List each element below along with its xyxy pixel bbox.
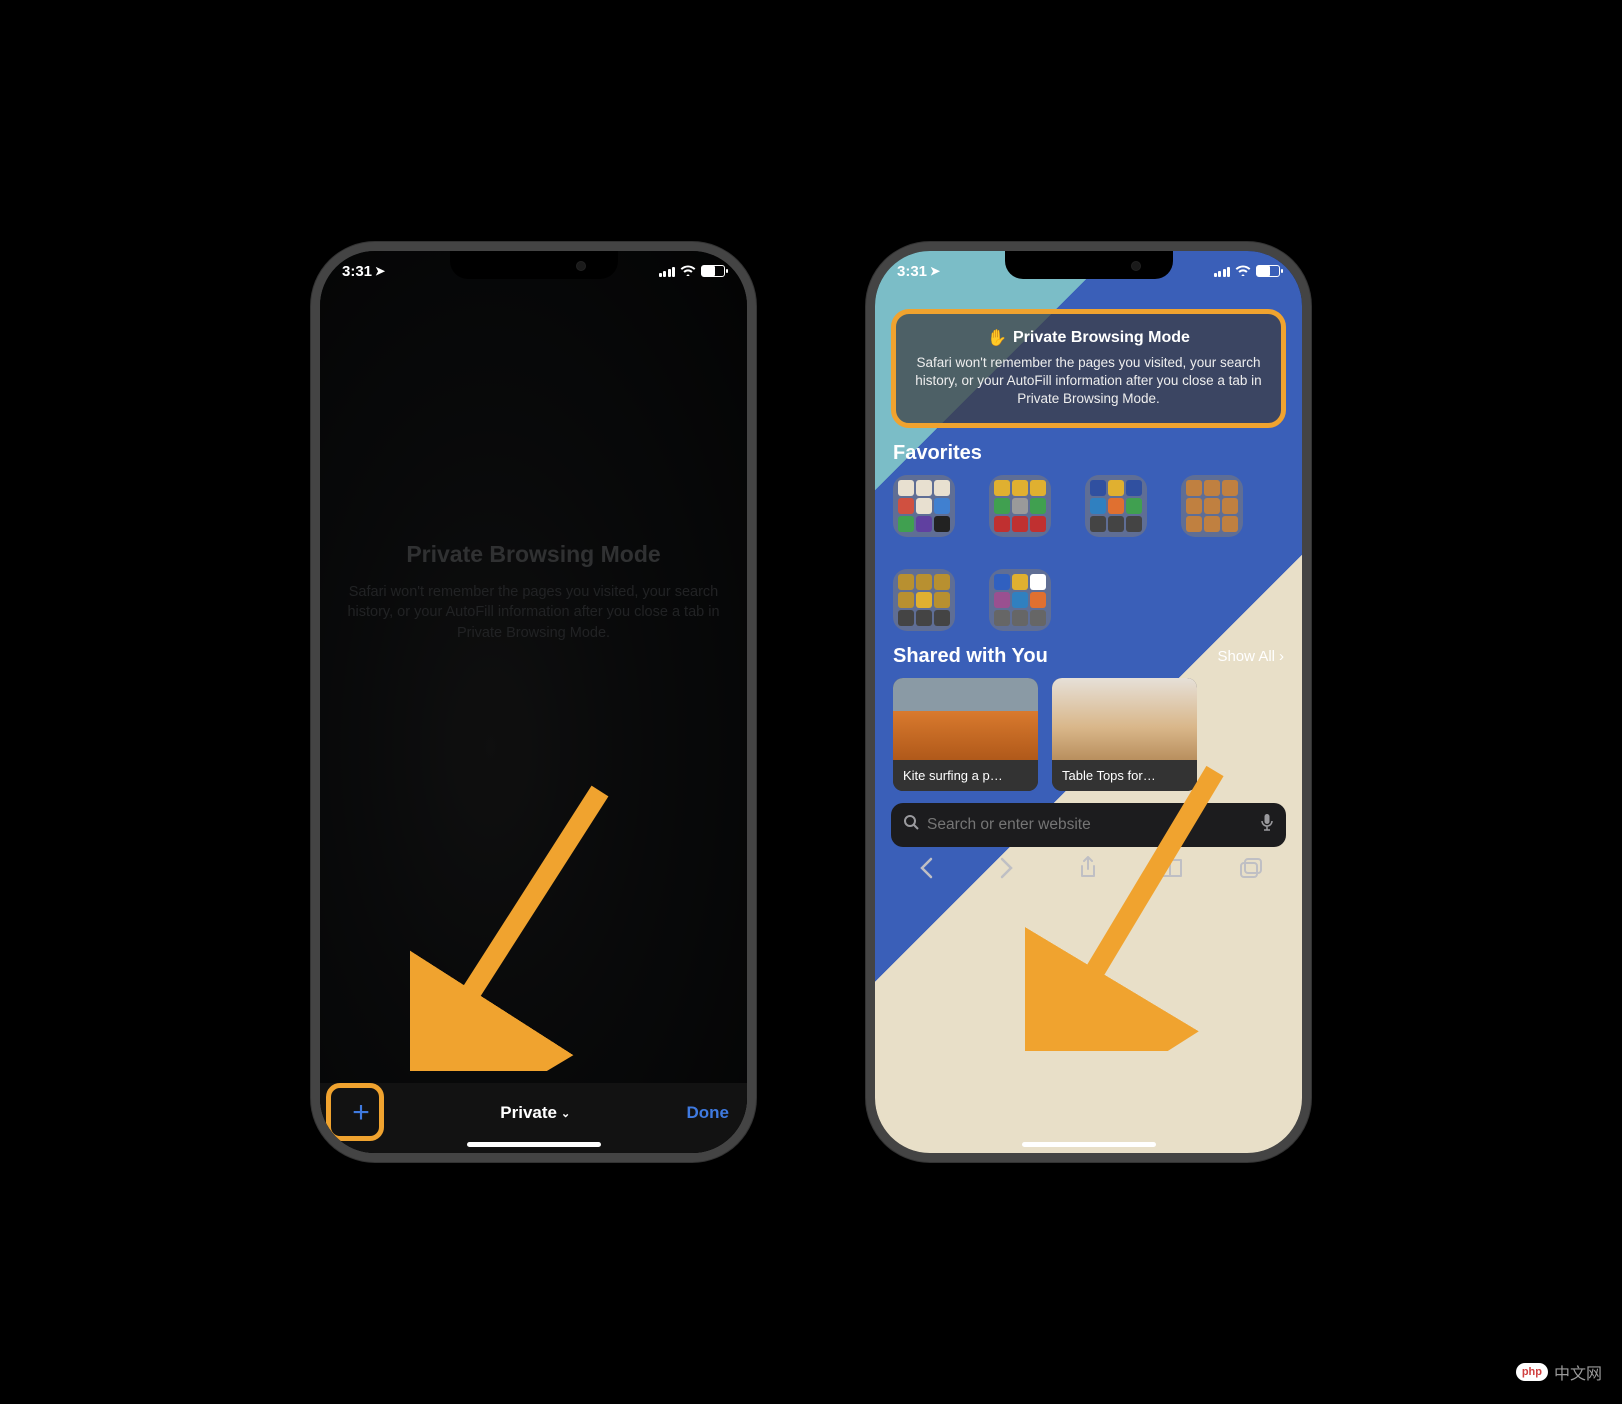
done-button[interactable]: Done xyxy=(686,1103,729,1123)
location-icon: ➤ xyxy=(930,264,940,278)
phone-left: 3:31 ➤ Private Browsing Mode Safari won'… xyxy=(311,242,756,1162)
search-icon xyxy=(903,814,919,835)
home-indicator[interactable] xyxy=(467,1142,601,1147)
favorite-folder[interactable] xyxy=(893,569,955,631)
shared-item-label: Table Tops for… xyxy=(1052,760,1197,791)
phone-right: 3:31 ➤ ✋ Private Browsing Mode Safari wo… xyxy=(866,242,1311,1162)
back-button[interactable] xyxy=(913,855,939,881)
watermark: php 中文网 xyxy=(1516,1360,1602,1384)
shared-title: Shared with You xyxy=(893,645,1048,668)
favorites-section: Favorites xyxy=(875,428,1302,631)
shared-item-label: Kite surfing a p… xyxy=(893,760,1038,791)
favorite-folder[interactable] xyxy=(893,475,955,537)
watermark-badge: php xyxy=(1516,1363,1548,1381)
search-input[interactable] xyxy=(927,816,1252,834)
shared-thumbnail xyxy=(893,678,1038,760)
favorite-folder[interactable] xyxy=(1085,475,1147,537)
share-button[interactable] xyxy=(1075,855,1101,881)
dim-overlay xyxy=(320,251,747,1153)
location-icon: ➤ xyxy=(375,264,385,278)
battery-icon xyxy=(701,265,725,277)
forward-button[interactable] xyxy=(994,855,1020,881)
wifi-icon xyxy=(680,263,696,280)
cellular-icon xyxy=(659,266,676,277)
shared-thumbnail xyxy=(1052,678,1197,760)
screen-private-start-page: 3:31 ➤ ✋ Private Browsing Mode Safari wo… xyxy=(875,251,1302,1153)
private-card-title: Private Browsing Mode xyxy=(1013,329,1190,347)
tab-group-selector[interactable]: Private ⌄ xyxy=(500,1103,570,1123)
favorite-folder[interactable] xyxy=(989,475,1051,537)
shared-with-you-section: Shared with You Show All › xyxy=(875,631,1302,678)
favorites-title: Favorites xyxy=(893,442,982,465)
annotation-highlight-box xyxy=(326,1083,384,1141)
cellular-icon xyxy=(1214,266,1231,277)
private-card-description: Safari won't remember the pages you visi… xyxy=(912,354,1265,409)
tabs-button[interactable] xyxy=(1238,855,1264,881)
safari-toolbar xyxy=(875,847,1302,899)
battery-icon xyxy=(1256,265,1280,277)
status-time: 3:31 xyxy=(897,263,927,280)
shared-row: Kite surfing a p… Table Tops for… xyxy=(875,678,1302,791)
screen-private-overview: 3:31 ➤ Private Browsing Mode Safari won'… xyxy=(320,251,747,1153)
favorite-folder[interactable] xyxy=(989,569,1051,631)
chevron-down-icon: ⌄ xyxy=(561,1107,570,1120)
notch xyxy=(1005,251,1173,279)
hand-icon: ✋ xyxy=(987,328,1007,348)
notch xyxy=(450,251,618,279)
wifi-icon xyxy=(1235,263,1251,280)
home-indicator[interactable] xyxy=(1022,1142,1156,1147)
watermark-text: 中文网 xyxy=(1554,1360,1602,1384)
microphone-icon[interactable] xyxy=(1260,813,1274,836)
show-all-label: Show All xyxy=(1217,648,1275,665)
show-all-button[interactable]: Show All › xyxy=(1217,648,1284,665)
bookmarks-button[interactable] xyxy=(1157,855,1183,881)
status-time: 3:31 xyxy=(342,263,372,280)
private-mode-card: ✋ Private Browsing Mode Safari won't rem… xyxy=(891,309,1286,428)
address-bar[interactable] xyxy=(891,803,1286,847)
favorites-grid xyxy=(893,475,1284,631)
shared-item[interactable]: Kite surfing a p… xyxy=(893,678,1038,791)
tab-group-label: Private xyxy=(500,1103,557,1123)
shared-item[interactable]: Table Tops for… xyxy=(1052,678,1197,791)
favorite-folder[interactable] xyxy=(1181,475,1243,537)
chevron-right-icon: › xyxy=(1279,648,1284,665)
